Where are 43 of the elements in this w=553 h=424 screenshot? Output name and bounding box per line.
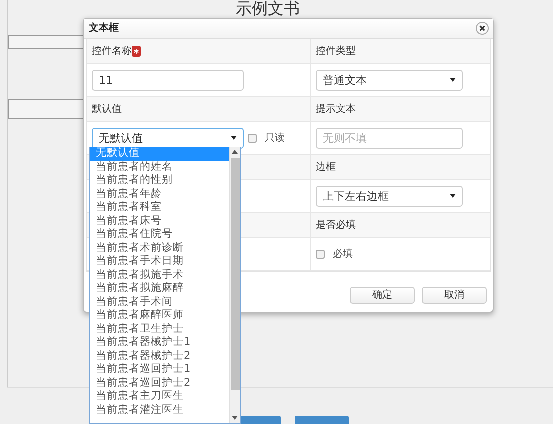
dropdown-list[interactable]: 无默认值 当前患者的姓名 当前患者的性别 当前患者年龄 当前患者科室 当前患者床号 当前患者住院号 当前患者术前诊断 当前患者手术日期 当前患者拟施手术 当前患者拟施麻醉 当前患者手术间 当前患者麻醉医师 当前患者卫生护士 当前患者器械护士1 当前患者器械护士2 当前患者巡回护士1 当前患者巡回护士2 当前患者主刀医生 当前患者灌注医生 [89,147,241,424]
select-field[interactable]: 上下左右边框 [316,186,463,206]
dropdown-option[interactable]: 当前患者麻醉医师 [90,309,229,322]
dialog-button[interactable]: 取消 [422,287,487,304]
dropdown-option[interactable]: 当前患者手术间 [90,296,229,309]
dropdown-option[interactable]: 当前患者卫生护士 [90,322,229,336]
dropdown-option[interactable]: 当前患者巡回护士1 [90,363,229,376]
caret-icon [231,136,237,140]
checkbox-label: 必填 [333,248,353,262]
select-field[interactable]: 无默认值 [92,128,244,148]
field-label: 控件名称 [92,44,132,58]
dropdown-option[interactable]: 当前患者拟施麻醉 [90,282,229,296]
field-label: 提示文本 [316,102,356,116]
select-field[interactable]: 普通文本 [316,70,463,90]
field-label: 边框 [316,160,336,174]
dropdown-option[interactable]: 当前患者灌注医生 [90,404,229,417]
dropdown-option[interactable]: 当前患者巡回护士2 [90,376,229,390]
dropdown-option[interactable]: 当前患者住院号 [90,228,229,242]
dialog-button[interactable]: 确定 [350,287,415,304]
text-field[interactable]: 无则不填 [316,128,463,148]
dropdown-option[interactable]: 当前患者的性别 [90,174,229,188]
dropdown-option[interactable]: 当前患者拟施手术 [90,268,229,282]
field-label: 是否必填 [316,218,356,232]
dropdown-option[interactable]: 当前患者术前诊断 [90,242,229,255]
dropdown-option[interactable]: 当前患者年龄 [90,188,229,201]
close-icon[interactable] [476,22,489,35]
checkbox-label: 只读 [265,132,285,146]
scrollbar-thumb[interactable] [230,158,240,390]
scrollbar[interactable] [229,147,240,423]
page-title: 示例文书 [236,0,300,18]
dropdown-option[interactable]: 当前患者器械护士2 [90,350,229,363]
field-label: 控件类型 [316,44,356,58]
checkbox[interactable] [316,250,325,258]
dialog-title: 文本框 [89,22,119,36]
checkbox[interactable] [248,134,257,142]
field-label: 默认值 [92,102,122,116]
text-field[interactable]: 11 [92,70,244,90]
dropdown-option[interactable]: 当前患者科室 [90,201,229,214]
caret-icon [450,194,456,198]
dropdown-option[interactable]: 当前患者主刀医生 [90,390,229,404]
dropdown-option[interactable]: 当前患者手术日期 [90,255,229,268]
caret-icon [450,78,456,82]
dropdown-option[interactable]: 当前患者器械护士1 [90,336,229,350]
